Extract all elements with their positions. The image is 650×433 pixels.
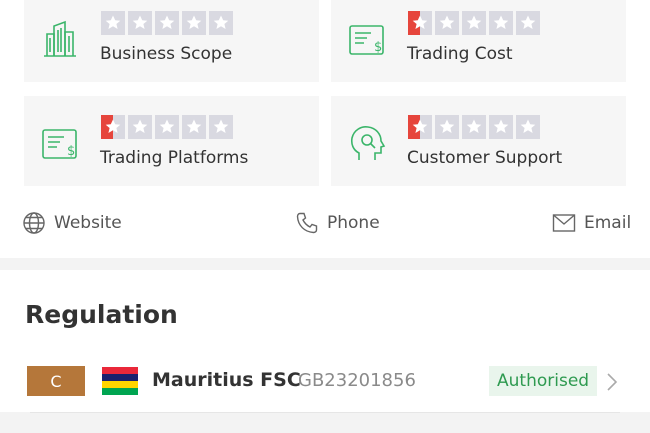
rating-label: Customer Support bbox=[407, 148, 563, 168]
star-rating bbox=[408, 11, 540, 35]
website-label: Website bbox=[54, 213, 122, 233]
star-icon bbox=[435, 11, 459, 35]
star-icon bbox=[155, 115, 179, 139]
star-rating bbox=[408, 115, 540, 139]
star-icon bbox=[408, 115, 432, 139]
star-icon bbox=[408, 11, 432, 35]
star-icon bbox=[516, 115, 540, 139]
star-icon bbox=[128, 115, 152, 139]
support-head-icon bbox=[350, 126, 386, 160]
regulation-title: Regulation bbox=[25, 300, 178, 329]
section-divider bbox=[0, 258, 650, 270]
star-icon bbox=[209, 115, 233, 139]
website-link[interactable]: Website bbox=[22, 211, 122, 235]
email-label: Email bbox=[584, 213, 632, 233]
status-badge: Authorised bbox=[489, 366, 598, 396]
star-icon bbox=[489, 11, 513, 35]
row-separator bbox=[30, 412, 620, 413]
envelope-icon bbox=[552, 214, 576, 232]
star-rating bbox=[101, 11, 233, 35]
bill-icon: $ bbox=[349, 25, 384, 55]
rating-card-customer-support[interactable]: Customer Support bbox=[331, 96, 626, 186]
star-icon bbox=[516, 11, 540, 35]
rating-card-business-scope[interactable]: Business Scope bbox=[24, 0, 319, 82]
star-rating bbox=[101, 115, 233, 139]
mauritius-flag-icon bbox=[102, 367, 138, 395]
email-link[interactable]: Email bbox=[552, 211, 631, 235]
regulation-row[interactable]: C Mauritius FSC GB23201856 Authorised bbox=[0, 362, 650, 402]
phone-label: Phone bbox=[327, 213, 380, 233]
star-icon bbox=[128, 11, 152, 35]
star-icon bbox=[155, 11, 179, 35]
star-icon bbox=[462, 11, 486, 35]
building-icon bbox=[44, 20, 76, 57]
svg-text:$: $ bbox=[374, 40, 382, 55]
star-icon bbox=[489, 115, 513, 139]
license-number: GB23201856 bbox=[298, 370, 416, 391]
star-icon bbox=[462, 115, 486, 139]
star-icon bbox=[182, 115, 206, 139]
star-icon bbox=[435, 115, 459, 139]
star-icon bbox=[209, 11, 233, 35]
chevron-right-icon[interactable] bbox=[604, 372, 620, 392]
rating-card-trading-cost[interactable]: $ Trading Cost bbox=[331, 0, 626, 82]
rating-label: Trading Cost bbox=[407, 44, 513, 64]
bottom-divider bbox=[0, 412, 650, 433]
phone-icon bbox=[296, 212, 318, 234]
regulator-name: Mauritius FSC bbox=[152, 369, 301, 391]
star-icon bbox=[101, 115, 125, 139]
bill-icon: $ bbox=[42, 129, 77, 159]
grade-badge: C bbox=[27, 366, 85, 396]
svg-text:$: $ bbox=[67, 144, 75, 159]
star-icon bbox=[182, 11, 206, 35]
star-icon bbox=[101, 11, 125, 35]
phone-link[interactable]: Phone bbox=[295, 211, 380, 235]
contact-bar: Website Phone Email bbox=[0, 205, 650, 245]
globe-icon bbox=[23, 212, 45, 234]
rating-card-trading-platforms[interactable]: $ Trading Platforms bbox=[24, 96, 319, 186]
rating-label: Business Scope bbox=[100, 44, 233, 64]
rating-label: Trading Platforms bbox=[100, 148, 249, 168]
